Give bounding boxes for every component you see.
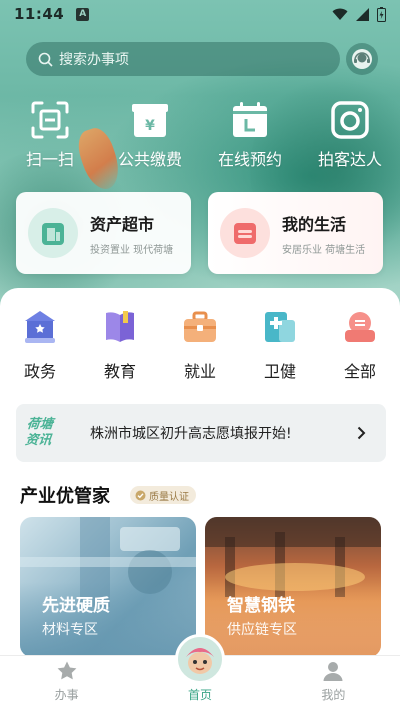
wifi-icon: [332, 8, 348, 20]
star-icon: [57, 661, 77, 680]
search-bar[interactable]: 搜索办事项: [26, 42, 340, 76]
industry-card-subtitle: 供应链专区: [227, 622, 297, 638]
quick-actions: 扫一扫 ¥ 公共缴费 在线预约 拍客达人: [0, 98, 400, 170]
search-icon: [38, 52, 53, 67]
status-time: 11:44: [14, 5, 65, 23]
category-label: 卫健: [263, 362, 296, 381]
category-label: 就业: [183, 362, 216, 381]
battery-icon: [377, 6, 386, 22]
industry-card-title: 先进硬质: [42, 596, 110, 616]
quick-action-booking[interactable]: 在线预约: [200, 98, 300, 170]
news-headline: 株洲市城区初升高志愿填报开始!: [90, 426, 292, 442]
category-grid: 政务 教育 就业 卫健 全部: [0, 306, 400, 382]
briefcase-icon: [184, 311, 216, 342]
tab-label: 办事: [54, 688, 79, 702]
my-life-subtitle: 安居乐业 荷塘生活: [282, 244, 366, 256]
industry-card-carbide[interactable]: 先进硬质 材料专区: [20, 517, 196, 657]
category-employment[interactable]: 就业: [160, 306, 240, 382]
my-life-title: 我的生活: [282, 214, 347, 234]
book-icon: [106, 311, 134, 342]
industry-card-steel[interactable]: 智慧钢铁 供应链专区: [205, 517, 381, 657]
notification-app-icon: A: [76, 7, 90, 21]
industry-card-title: 智慧钢铁: [227, 596, 295, 616]
home-mascot-button[interactable]: [175, 634, 225, 684]
quick-action-label: 在线预约: [217, 150, 282, 169]
my-life-card[interactable]: 我的生活 安居乐业 荷塘生活: [208, 192, 383, 274]
asset-market-subtitle: 投资置业 现代荷塘: [90, 244, 174, 256]
industry-card-subtitle: 材料专区: [42, 622, 98, 638]
camera-icon: [331, 101, 369, 139]
quick-action-label: 扫一扫: [25, 150, 74, 169]
home-mascot-icon: [178, 637, 222, 681]
calendar-icon: [233, 102, 267, 137]
sofa-icon: [234, 223, 256, 244]
headset-icon: [352, 49, 372, 69]
quick-action-payment[interactable]: ¥ 公共缴费: [100, 98, 200, 170]
tab-label: 首页: [187, 688, 212, 702]
chevron-right-icon: [357, 426, 366, 440]
category-health[interactable]: 卫健: [240, 306, 320, 382]
medical-icon: [265, 312, 295, 342]
quick-action-label: 拍客达人: [317, 150, 382, 169]
quality-badge-label: 质量认证: [149, 491, 189, 503]
search-placeholder: 搜索办事项: [59, 52, 129, 68]
category-label: 教育: [103, 362, 136, 381]
signal-icon: [356, 7, 369, 21]
quick-action-label: 公共缴费: [117, 150, 182, 169]
section-title: 产业优管家: [20, 486, 110, 507]
tab-profile[interactable]: 我的: [267, 656, 400, 711]
news-banner[interactable]: 荷塘 资讯 株洲市城区初升高志愿填报开始!: [16, 404, 386, 462]
quick-action-scan[interactable]: 扫一扫: [0, 98, 100, 170]
all-services-icon: [345, 312, 375, 342]
certified-icon: [135, 490, 146, 500]
wallet-icon: ¥: [132, 104, 168, 137]
quality-badge: 质量认证: [130, 486, 196, 504]
category-label: 政务: [23, 362, 56, 381]
category-all[interactable]: 全部: [320, 306, 400, 382]
status-bar: 11:44 A: [0, 0, 400, 28]
category-label: 全部: [343, 362, 376, 381]
category-education[interactable]: 教育: [80, 306, 160, 382]
scan-icon: [31, 101, 69, 139]
customer-service-button[interactable]: [346, 43, 378, 75]
building-icon: [42, 223, 64, 245]
tab-label: 我的: [321, 688, 346, 702]
news-brand-logo: 荷塘 资讯: [24, 417, 54, 448]
government-icon: [25, 311, 55, 343]
tab-services[interactable]: 办事: [0, 656, 133, 711]
asset-market-card[interactable]: 资产超市 投资置业 现代荷塘: [16, 192, 191, 274]
category-government[interactable]: 政务: [0, 306, 80, 382]
quick-action-camera[interactable]: 拍客达人: [300, 98, 400, 170]
svg-text:¥: ¥: [145, 118, 155, 134]
person-icon: [323, 662, 343, 681]
asset-market-title: 资产超市: [90, 214, 155, 234]
